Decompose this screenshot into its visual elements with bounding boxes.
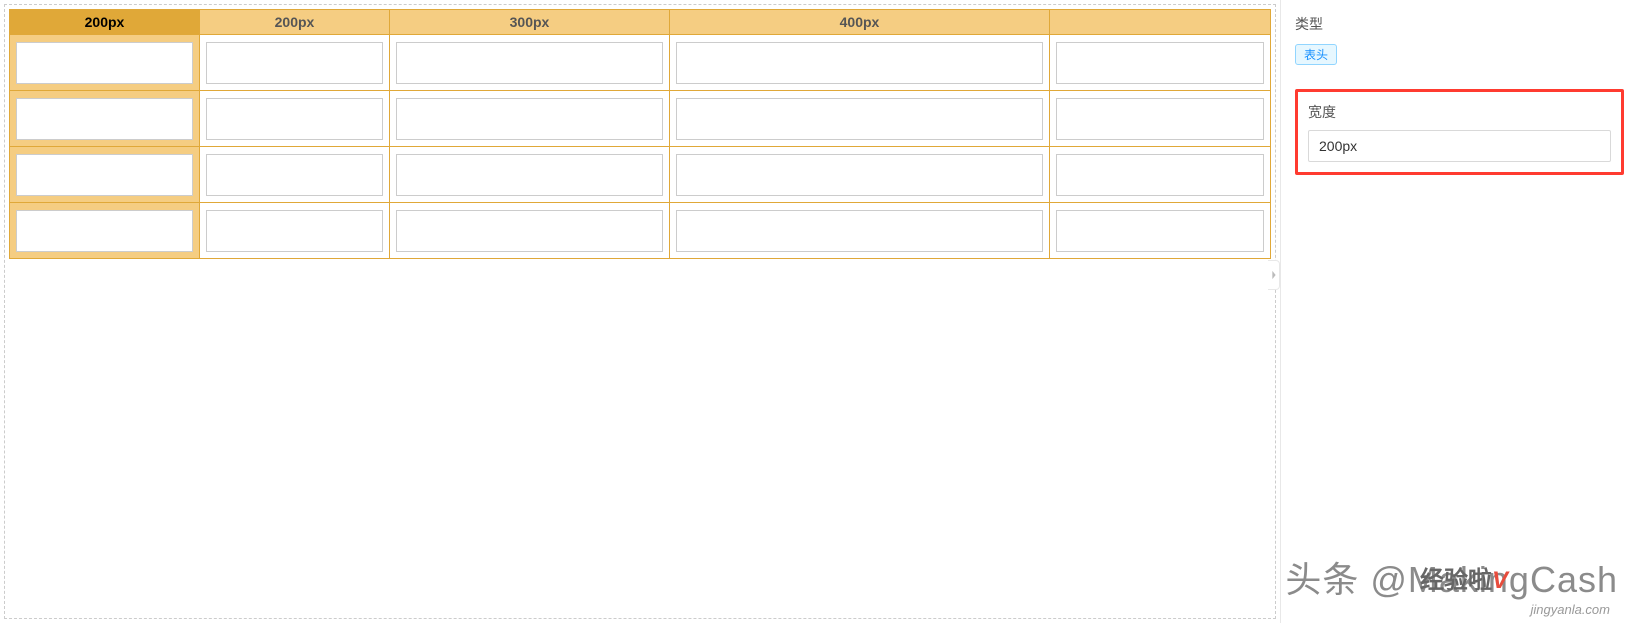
cell-input[interactable] (16, 42, 193, 84)
canvas-area: 200px200px300px400px (0, 0, 1280, 623)
column-header-2[interactable]: 300px (390, 10, 670, 35)
table-cell[interactable] (670, 35, 1050, 91)
cell-input[interactable] (16, 98, 193, 140)
table-row (10, 35, 1271, 91)
table-cell[interactable] (200, 35, 390, 91)
table-cell[interactable] (200, 91, 390, 147)
table-cell[interactable] (670, 147, 1050, 203)
cell-input[interactable] (676, 210, 1043, 252)
table-cell[interactable] (1050, 203, 1271, 259)
cell-input[interactable] (396, 154, 663, 196)
table-cell[interactable] (390, 91, 670, 147)
design-table: 200px200px300px400px (9, 9, 1271, 259)
table-row (10, 203, 1271, 259)
table-cell[interactable] (670, 91, 1050, 147)
column-header-0[interactable]: 200px (10, 10, 200, 35)
column-header-4[interactable] (1050, 10, 1271, 35)
chevron-right-icon (1270, 270, 1278, 280)
table-cell[interactable] (1050, 147, 1271, 203)
width-input[interactable] (1308, 130, 1611, 162)
cell-input[interactable] (1056, 98, 1264, 140)
cell-input[interactable] (676, 42, 1043, 84)
panel-collapse-handle[interactable] (1268, 260, 1280, 290)
type-tag[interactable]: 表头 (1295, 44, 1337, 65)
cell-input[interactable] (16, 210, 193, 252)
table-body (10, 35, 1271, 259)
table-cell[interactable] (1050, 91, 1271, 147)
table-cell[interactable] (390, 147, 670, 203)
cell-input[interactable] (396, 98, 663, 140)
table-cell[interactable] (390, 35, 670, 91)
cell-input[interactable] (206, 42, 383, 84)
table-cell[interactable] (200, 147, 390, 203)
table-cell[interactable] (390, 203, 670, 259)
cell-input[interactable] (1056, 42, 1264, 84)
cell-input[interactable] (676, 98, 1043, 140)
width-section-highlight: 宽度 (1295, 89, 1624, 175)
properties-panel: 类型 表头 宽度 (1280, 0, 1638, 623)
cell-input[interactable] (206, 98, 383, 140)
table-cell[interactable] (670, 203, 1050, 259)
cell-input[interactable] (676, 154, 1043, 196)
table-cell[interactable] (200, 203, 390, 259)
table-row (10, 147, 1271, 203)
cell-input[interactable] (206, 210, 383, 252)
column-header-3[interactable]: 400px (670, 10, 1050, 35)
table-row (10, 91, 1271, 147)
table-cell[interactable] (10, 91, 200, 147)
column-header-1[interactable]: 200px (200, 10, 390, 35)
cell-input[interactable] (396, 210, 663, 252)
cell-input[interactable] (1056, 154, 1264, 196)
type-label: 类型 (1295, 14, 1624, 34)
cell-input[interactable] (1056, 210, 1264, 252)
table-cell[interactable] (10, 147, 200, 203)
table-cell[interactable] (1050, 35, 1271, 91)
width-label: 宽度 (1308, 102, 1611, 122)
cell-input[interactable] (16, 154, 193, 196)
canvas-container[interactable]: 200px200px300px400px (4, 4, 1276, 619)
cell-input[interactable] (396, 42, 663, 84)
table-header-row: 200px200px300px400px (10, 10, 1271, 35)
table-cell[interactable] (10, 35, 200, 91)
cell-input[interactable] (206, 154, 383, 196)
table-cell[interactable] (10, 203, 200, 259)
